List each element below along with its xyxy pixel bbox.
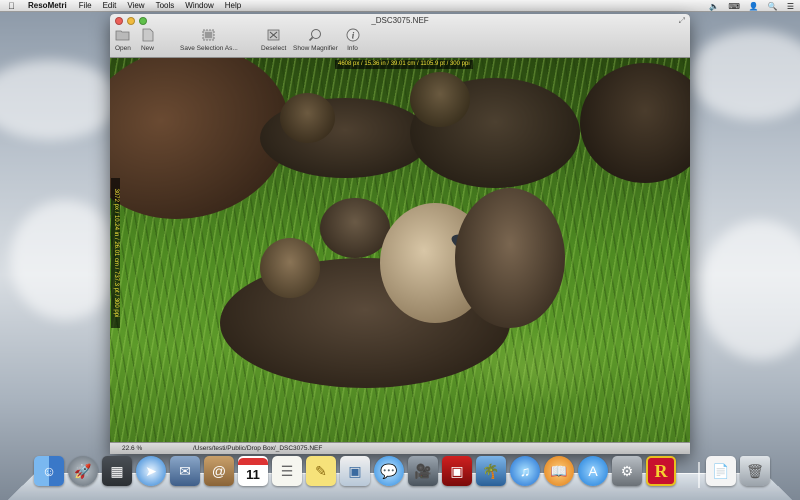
apple-menu-icon[interactable]:  bbox=[8, 0, 18, 12]
duckling-head bbox=[260, 238, 320, 298]
contacts-icon[interactable]: @ bbox=[204, 456, 234, 486]
preview-icon[interactable]: ▣ bbox=[340, 456, 370, 486]
deselect-label: Deselect bbox=[261, 45, 287, 52]
duckling-head bbox=[320, 198, 390, 258]
facetime-icon[interactable]: 🎥 bbox=[408, 456, 438, 486]
duckling-head bbox=[410, 72, 470, 127]
title-bar: _DSC3075.NEF ⤢ Open New Save Selection A… bbox=[110, 14, 690, 58]
show-magnifier-button[interactable]: Show Magnifier bbox=[293, 28, 338, 52]
deselect-icon bbox=[266, 28, 281, 42]
photo-booth-icon[interactable]: ▣ bbox=[442, 456, 472, 486]
fullscreen-icon[interactable]: ⤢ bbox=[679, 16, 685, 26]
info-icon: i bbox=[345, 28, 360, 42]
image-window: _DSC3075.NEF ⤢ Open New Save Selection A… bbox=[110, 14, 690, 454]
open-button[interactable]: Open bbox=[115, 28, 131, 52]
itunes-icon[interactable]: ♫ bbox=[510, 456, 540, 486]
app-store-icon[interactable]: A bbox=[578, 456, 608, 486]
messages-icon[interactable]: 💬 bbox=[374, 456, 404, 486]
finder-icon[interactable]: ☺ bbox=[34, 456, 64, 486]
system-preferences-icon[interactable]: ⚙ bbox=[612, 456, 642, 486]
deselect-button[interactable]: Deselect bbox=[261, 28, 286, 52]
height-dimension-readout: 3072 px / 10.24 in / 26.01 cm / 737.3 pt… bbox=[111, 178, 120, 328]
iphoto-icon[interactable]: 🌴 bbox=[476, 456, 506, 486]
resometri-icon[interactable]: R bbox=[646, 456, 676, 486]
cloud bbox=[690, 30, 800, 120]
menu-file[interactable]: File bbox=[79, 1, 92, 10]
height-dimension-text: 3072 px / 10.24 in / 26.01 cm / 737.3 pt… bbox=[112, 188, 119, 318]
info-button[interactable]: i Info bbox=[345, 28, 360, 52]
save-selection-label: Save Selection As... bbox=[180, 45, 238, 52]
menu-help[interactable]: Help bbox=[225, 1, 241, 10]
notes-icon[interactable]: ✎ bbox=[306, 456, 336, 486]
mail-icon[interactable]: ✉ bbox=[170, 456, 200, 486]
image-canvas[interactable]: 4608 px / 15.36 in / 39.01 cm / 1105.9 p… bbox=[110, 58, 690, 442]
ibooks-icon[interactable]: 📖 bbox=[544, 456, 574, 486]
volume-icon[interactable]: 🔈 bbox=[709, 2, 719, 11]
magnifier-icon bbox=[308, 28, 323, 42]
documents-stack-icon[interactable]: 📄 bbox=[706, 456, 736, 486]
open-label: Open bbox=[115, 45, 131, 52]
user-icon[interactable]: 👤 bbox=[749, 2, 759, 11]
new-button[interactable]: New bbox=[140, 28, 155, 52]
launchpad-icon[interactable]: 🚀 bbox=[68, 456, 98, 486]
calendar-icon[interactable]: 11 bbox=[238, 456, 268, 486]
menu-window[interactable]: Window bbox=[185, 1, 213, 10]
width-dimension-readout: 4608 px / 15.36 in / 39.01 cm / 1105.9 p… bbox=[335, 60, 473, 69]
cloud bbox=[10, 200, 120, 320]
keyboard-icon[interactable]: ⌨ bbox=[728, 2, 740, 11]
notification-center-icon[interactable]: ☰ bbox=[787, 2, 794, 11]
save-selection-button[interactable]: Save Selection As... bbox=[180, 28, 238, 52]
app-menu[interactable]: ResoMetri bbox=[28, 1, 67, 10]
spotlight-search-icon[interactable]: 🔍 bbox=[768, 2, 778, 11]
menu-view[interactable]: View bbox=[127, 1, 144, 10]
dock-separator bbox=[698, 462, 700, 488]
selection-icon bbox=[201, 28, 216, 42]
window-title: _DSC3075.NEF bbox=[371, 16, 429, 25]
dock: ☺ 🚀 ▦ ➤ ✉ @ 11 ☰ ✎ ▣ 💬 🎥 ▣ 🌴 ♫ 📖 A ⚙ R 📄… bbox=[30, 456, 774, 496]
zoom-level: 22.6 % bbox=[122, 445, 143, 452]
show-magnifier-label: Show Magnifier bbox=[293, 45, 338, 52]
status-bar: 22.6 % /Users/testi/Public/Drop Box/_DSC… bbox=[110, 442, 690, 454]
menu-tools[interactable]: Tools bbox=[156, 1, 175, 10]
mission-control-icon[interactable]: ▦ bbox=[102, 456, 132, 486]
trash-icon[interactable]: 🗑 bbox=[740, 456, 770, 486]
reminders-icon[interactable]: ☰ bbox=[272, 456, 302, 486]
info-label: Info bbox=[347, 45, 358, 52]
new-label: New bbox=[140, 45, 154, 52]
folder-icon bbox=[115, 28, 130, 42]
menu-edit[interactable]: Edit bbox=[103, 1, 117, 10]
calendar-day: 11 bbox=[246, 466, 260, 482]
file-path: /Users/testi/Public/Drop Box/_DSC3075.NE… bbox=[193, 445, 323, 452]
cloud bbox=[0, 60, 120, 140]
duckling-head bbox=[280, 93, 335, 143]
menu-bar:  ResoMetri File Edit View Tools Window … bbox=[0, 0, 800, 12]
safari-icon[interactable]: ➤ bbox=[136, 456, 166, 486]
cloud bbox=[700, 220, 800, 360]
new-document-icon bbox=[140, 28, 155, 42]
duckling bbox=[455, 188, 565, 328]
resometri-letter: R bbox=[654, 460, 668, 481]
